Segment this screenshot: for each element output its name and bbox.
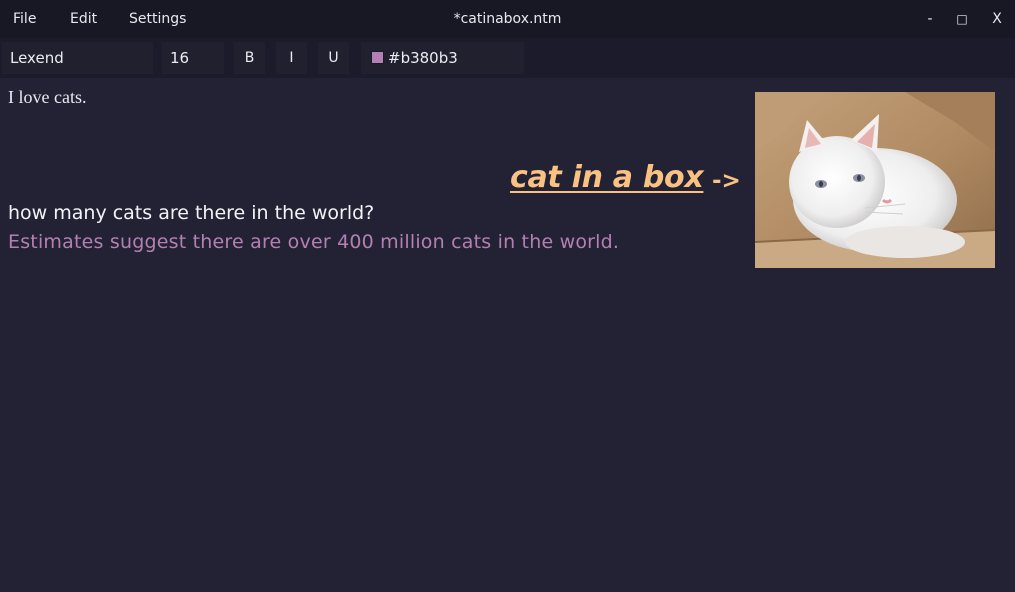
maximize-button[interactable]: □ [952, 8, 972, 30]
answer-text: Estimates suggest there are over 400 mil… [8, 231, 620, 253]
format-toolbar: Lexend 16 B I U #b380b3 [0, 38, 1015, 78]
menu-edit[interactable]: Edit [70, 10, 97, 28]
close-button[interactable]: X [987, 8, 1007, 30]
menu-file[interactable]: File [13, 10, 36, 28]
question-text: how many cats are there in the world? [8, 202, 375, 224]
color-value: #b380b3 [388, 49, 458, 67]
color-swatch [371, 51, 384, 64]
text-line: I love cats. [8, 87, 87, 107]
heading-link: cat in a box [510, 160, 704, 195]
font-size-input[interactable]: 16 [162, 42, 224, 74]
font-family-select[interactable]: Lexend [2, 42, 153, 74]
document-editor[interactable]: I love cats. cat in a box -> how many ca… [0, 78, 1015, 592]
bold-button[interactable]: B [234, 42, 265, 74]
editor-window: File Edit Settings *catinabox.ntm - □ X … [0, 0, 1015, 592]
color-picker[interactable]: #b380b3 [361, 42, 524, 74]
minimize-button[interactable]: - [920, 8, 940, 30]
menu-settings[interactable]: Settings [129, 10, 186, 28]
title-bar: File Edit Settings *catinabox.ntm - □ X [0, 0, 1015, 38]
italic-button[interactable]: I [276, 42, 307, 74]
cat-photo-icon [755, 92, 995, 268]
cat-in-box-image [755, 92, 995, 268]
underline-button[interactable]: U [318, 42, 349, 74]
arrow-text: -> [712, 168, 741, 194]
